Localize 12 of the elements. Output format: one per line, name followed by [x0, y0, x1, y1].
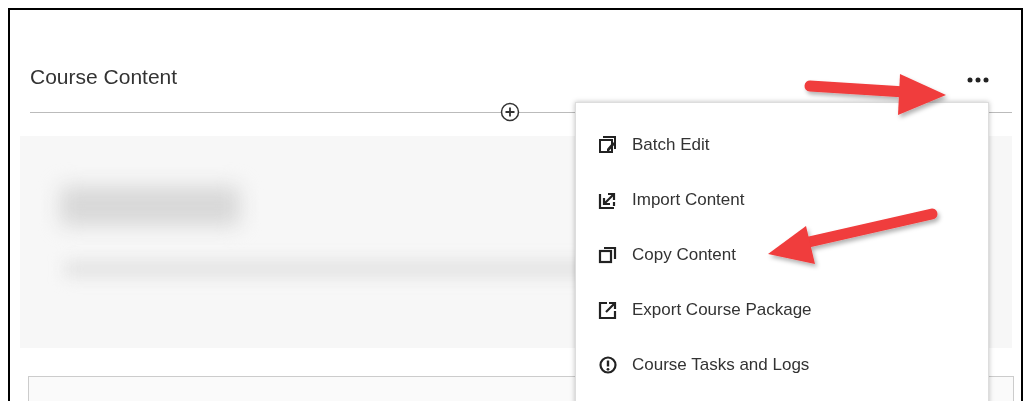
- menu-item[interactable]: Import Content: [576, 172, 988, 227]
- more-icon: [967, 77, 989, 83]
- menu-item[interactable]: Course Tasks and Logs: [576, 337, 988, 392]
- copy-icon: [598, 244, 618, 265]
- export-icon: [598, 299, 618, 320]
- add-icon[interactable]: [500, 102, 520, 122]
- alert-icon: [598, 354, 618, 375]
- stacked-pencil-icon: [598, 134, 618, 155]
- menu-item[interactable]: Copy Content: [576, 227, 988, 282]
- page-title: Course Content: [30, 65, 178, 89]
- menu-item[interactable]: Export Course Package: [576, 282, 988, 337]
- menu-item[interactable]: Batch Edit: [576, 117, 988, 172]
